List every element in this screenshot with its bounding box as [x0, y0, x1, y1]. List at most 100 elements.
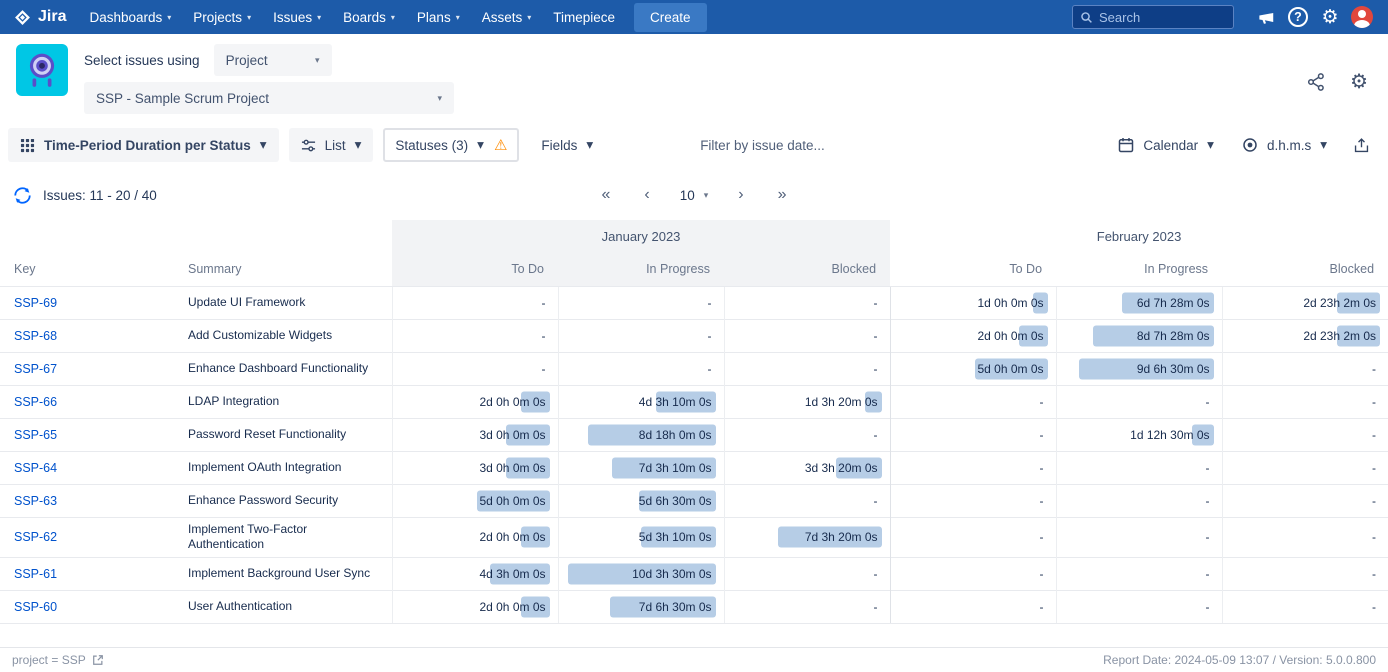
duration-cell: - — [1222, 385, 1388, 418]
help-icon[interactable]: ? — [1282, 0, 1314, 34]
warning-icon: ⚠ — [494, 138, 507, 153]
duration-cell: - — [1056, 557, 1222, 590]
page-size-dropdown[interactable]: 10 ▾ — [680, 188, 709, 203]
select-issues-label: Select issues using — [84, 53, 200, 68]
share-icon[interactable] — [1306, 72, 1326, 92]
search-input[interactable] — [1099, 10, 1211, 25]
last-page-button[interactable]: » — [774, 185, 791, 205]
issue-summary: User Authentication — [180, 590, 392, 623]
statuses-dropdown[interactable]: Statuses (3) ▾ ⚠ — [383, 128, 519, 162]
column-header: Summary — [180, 253, 392, 286]
duration-cell: 4d 3h 10m 0s — [558, 385, 724, 418]
duration-cell: 3d 3h 20m 0s — [724, 451, 890, 484]
issue-key-link[interactable]: SSP-65 — [14, 428, 57, 442]
month-group-header: February 2023 — [890, 220, 1388, 253]
nav-item-plans[interactable]: Plans▾ — [406, 0, 471, 34]
issue-key-cell: SSP-67 — [0, 352, 180, 385]
user-avatar[interactable] — [1346, 0, 1378, 34]
issue-summary: Implement Background User Sync — [180, 557, 392, 590]
issue-key-link[interactable]: SSP-63 — [14, 494, 57, 508]
prev-page-button[interactable]: ‹ — [640, 185, 653, 205]
duration-cell: 1d 12h 30m 0s — [1056, 418, 1222, 451]
project-dropdown[interactable]: SSP - Sample Scrum Project ▾ — [84, 82, 454, 114]
issue-key-link[interactable]: SSP-64 — [14, 461, 57, 475]
chevron-down-icon: ▾ — [704, 190, 709, 201]
create-button[interactable]: Create — [634, 3, 707, 32]
fields-dropdown[interactable]: Fields ▾ — [529, 128, 605, 162]
issue-key-cell: SSP-66 — [0, 385, 180, 418]
duration-cell: 5d 0h 0m 0s — [392, 484, 558, 517]
duration-cell: 2d 23h 2m 0s — [1222, 319, 1388, 352]
duration-cell: - — [890, 385, 1056, 418]
chevron-down-icon: ▾ — [391, 12, 395, 22]
report-filter-link[interactable]: project = SSP — [12, 653, 104, 667]
issue-key-link[interactable]: SSP-67 — [14, 362, 57, 376]
issue-summary: Enhance Password Security — [180, 484, 392, 517]
issue-key-link[interactable]: SSP-69 — [14, 296, 57, 310]
duration-cell: - — [392, 352, 558, 385]
duration-cell: - — [890, 517, 1056, 557]
nav-item-issues[interactable]: Issues▾ — [262, 0, 332, 34]
duration-cell: - — [724, 352, 890, 385]
calendar-icon — [1118, 137, 1134, 153]
duration-cell: - — [392, 319, 558, 352]
duration-cell: 10d 3h 30m 0s — [558, 557, 724, 590]
issue-key-link[interactable]: SSP-62 — [14, 530, 57, 544]
calendar-dropdown[interactable]: Calendar ▾ — [1106, 128, 1226, 162]
view-type-dropdown[interactable]: Time-Period Duration per Status ▾ — [8, 128, 279, 162]
duration-cell: - — [890, 484, 1056, 517]
issue-source-dropdown[interactable]: Project ▾ — [214, 44, 332, 76]
nav-item-assets[interactable]: Assets▾ — [471, 0, 543, 34]
duration-cell: - — [724, 484, 890, 517]
gear-icon[interactable]: ⚙ — [1314, 0, 1346, 34]
settings-gear-icon[interactable]: ⚙ — [1350, 72, 1368, 92]
nav-item-dashboards[interactable]: Dashboards▾ — [78, 0, 182, 34]
issue-key-link[interactable]: SSP-60 — [14, 600, 57, 614]
timepiece-app-icon — [16, 44, 68, 96]
column-header: Key — [0, 253, 180, 286]
time-format-dropdown[interactable]: d.h.m.s ▾ — [1230, 128, 1339, 162]
layout-dropdown[interactable]: List ▾ — [289, 128, 374, 162]
column-header: In Progress — [558, 253, 724, 286]
nav-search[interactable] — [1072, 5, 1234, 29]
duration-cell: - — [1222, 484, 1388, 517]
issue-key-cell: SSP-68 — [0, 319, 180, 352]
nav-menu: Dashboards▾ Projects▾ Issues▾ Boards▾ Pl… — [78, 0, 626, 34]
app-header: Select issues using Project ▾ SSP - Samp… — [0, 34, 1388, 124]
issue-key-cell: SSP-65 — [0, 418, 180, 451]
issue-summary: Add Customizable Widgets — [180, 319, 392, 352]
duration-cell: - — [1222, 352, 1388, 385]
target-icon — [1242, 137, 1258, 153]
column-header: Blocked — [1222, 253, 1388, 286]
chevron-down-icon: ▾ — [315, 55, 320, 66]
nav-item-projects[interactable]: Projects▾ — [182, 0, 262, 34]
table-row: SSP-65Password Reset Functionality3d 0h … — [0, 418, 1388, 451]
table-row: SSP-62Implement Two-Factor Authenticatio… — [0, 517, 1388, 557]
nav-item-boards[interactable]: Boards▾ — [332, 0, 406, 34]
first-page-button[interactable]: « — [597, 185, 614, 205]
issue-key-link[interactable]: SSP-61 — [14, 567, 57, 581]
external-link-icon — [92, 654, 104, 666]
chevron-down-icon: ▾ — [1320, 137, 1327, 153]
duration-cell: 3d 0h 0m 0s — [392, 451, 558, 484]
chevron-down-icon: ▾ — [586, 137, 593, 153]
report-info: Report Date: 2024-05-09 13:07 / Version:… — [1103, 653, 1376, 667]
issue-date-filter-input[interactable]: Filter by issue date... — [700, 138, 825, 153]
issue-key-cell: SSP-60 — [0, 590, 180, 623]
duration-cell: - — [1222, 418, 1388, 451]
duration-cell: - — [724, 418, 890, 451]
issue-key-link[interactable]: SSP-68 — [14, 329, 57, 343]
export-button[interactable] — [1343, 128, 1380, 162]
duration-cell: - — [1222, 590, 1388, 623]
pager: « ‹ 10 ▾ › » — [597, 185, 790, 205]
duration-cell: - — [1056, 451, 1222, 484]
refresh-icon[interactable] — [12, 185, 33, 206]
duration-cell: - — [558, 319, 724, 352]
next-page-button[interactable]: › — [734, 185, 747, 205]
announcements-icon[interactable] — [1250, 0, 1282, 34]
issue-key-link[interactable]: SSP-66 — [14, 395, 57, 409]
nav-item-timepiece[interactable]: Timepiece — [542, 0, 626, 34]
jira-logo[interactable]: Jira — [10, 8, 78, 26]
duration-cell: 5d 6h 30m 0s — [558, 484, 724, 517]
report-toolbar: Time-Period Duration per Status ▾ List ▾… — [0, 124, 1388, 170]
